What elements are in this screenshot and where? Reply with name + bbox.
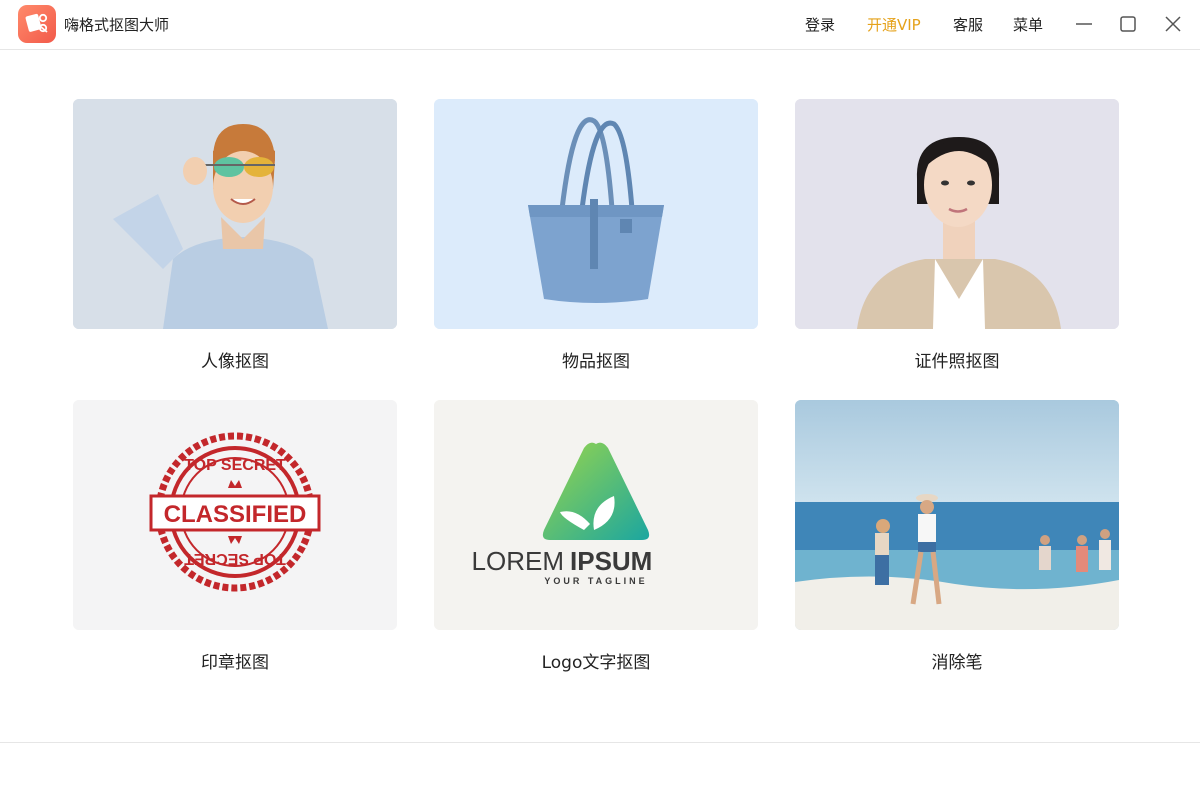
portrait-image <box>73 99 397 329</box>
product-cutout-label: 物品抠图 <box>562 352 630 372</box>
app-logo-icon <box>18 5 56 43</box>
vip-link[interactable]: 开通VIP <box>867 14 921 35</box>
customer-service-link[interactable]: 客服 <box>953 14 983 35</box>
logo-main-text-b: IPSUM <box>570 546 652 576</box>
stamp-cutout-card[interactable]: TOP SECRET CLASSIFIED TOP SECRET <box>73 400 397 630</box>
stamp-bottom-text: TOP SECRET <box>184 550 286 567</box>
stamp-cutout-label: 印章抠图 <box>201 653 269 673</box>
login-link[interactable]: 登录 <box>805 14 835 35</box>
minimize-icon[interactable] <box>1071 10 1097 38</box>
portrait-cutout-label: 人像抠图 <box>201 352 269 372</box>
stamp-main-text: CLASSIFIED <box>164 501 307 528</box>
portrait-cutout-card[interactable] <box>73 99 397 329</box>
stamp-top-text: TOP SECRET <box>184 457 286 474</box>
footer-divider <box>0 742 1200 743</box>
close-icon[interactable] <box>1160 10 1186 38</box>
logo-sample-image: LOREM IPSUM YOUR TAGLINE <box>434 400 758 630</box>
stamp-image: TOP SECRET CLASSIFIED TOP SECRET <box>73 400 397 630</box>
eraser-card[interactable] <box>795 400 1119 630</box>
handbag-image <box>434 99 758 329</box>
product-cutout-card[interactable] <box>434 99 758 329</box>
maximize-icon[interactable] <box>1115 10 1141 38</box>
logo-text-cutout-card[interactable]: LOREM IPSUM YOUR TAGLINE <box>434 400 758 630</box>
logo-tagline-text: YOUR TAGLINE <box>544 576 647 586</box>
id-photo-image <box>795 99 1119 329</box>
id-photo-cutout-label: 证件照抠图 <box>914 352 1000 372</box>
eraser-label: 消除笔 <box>931 653 983 673</box>
logo-text-cutout-label: Logo文字抠图 <box>541 653 651 673</box>
beach-image <box>795 400 1119 630</box>
menu-button[interactable]: 菜单 <box>1013 14 1043 35</box>
app-title: 嗨格式抠图大师 <box>64 16 170 34</box>
id-photo-cutout-card[interactable] <box>795 99 1119 329</box>
logo-main-text-a: LOREM <box>472 546 564 576</box>
title-bar: 嗨格式抠图大师 登录 开通VIP 客服 菜单 <box>0 0 1200 50</box>
